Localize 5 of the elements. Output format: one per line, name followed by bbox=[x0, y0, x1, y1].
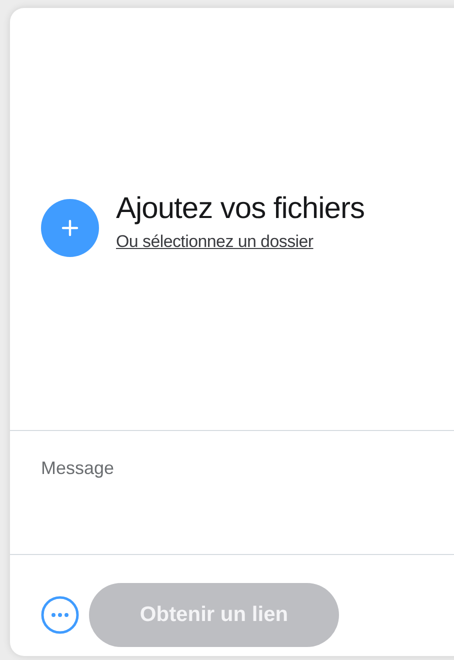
plus-icon bbox=[61, 219, 79, 237]
more-options-icon[interactable] bbox=[40, 595, 80, 635]
message-field[interactable]: Message bbox=[10, 431, 454, 554]
upload-title: Ajoutez vos fichiers bbox=[116, 192, 364, 226]
select-folder-link[interactable]: Ou sélectionnez un dossier bbox=[116, 232, 314, 252]
